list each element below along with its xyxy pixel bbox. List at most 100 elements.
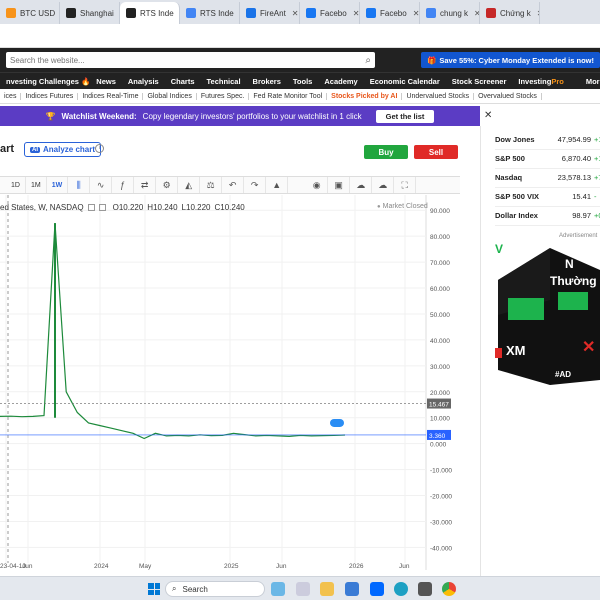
main-nav-item[interactable]: Analysis — [122, 77, 165, 86]
sub-nav-item[interactable]: Futures Spec. — [197, 92, 250, 100]
redo-icon[interactable]: ↷ — [244, 177, 267, 193]
settings-icon[interactable]: ⚙ — [156, 177, 179, 193]
chart-legend: ed States, W, NASDAQ O10.220 H10.240 L10… — [0, 203, 245, 212]
main-nav-item[interactable]: Charts — [165, 77, 201, 86]
sub-nav-item[interactable]: Global Indices — [143, 92, 197, 100]
close-icon[interactable]: ✕ — [484, 110, 492, 121]
taskbar-chrome-icon[interactable] — [442, 582, 456, 596]
tab-close-icon[interactable]: ✕ — [292, 9, 299, 18]
main-nav-item[interactable]: Stock Screener — [446, 77, 513, 86]
search-icon[interactable]: ⌕ — [365, 55, 371, 66]
promo-button[interactable]: 🎁 Save 55%: Cyber Monday Extended is now… — [421, 52, 600, 68]
undo-icon[interactable]: ↶ — [222, 177, 245, 193]
get-list-button[interactable]: Get the list — [375, 109, 435, 123]
sub-nav-item[interactable]: Fed Rate Monitor Tool — [249, 92, 328, 100]
main-nav-investing-pro[interactable]: InvestingPro — [512, 77, 569, 86]
browser-tab[interactable]: RTS Inde✕ — [120, 2, 180, 24]
taskbar-search-label: Search — [182, 584, 208, 594]
index-name: S&P 500 VIX — [495, 192, 540, 201]
taskbar-zalo-icon[interactable] — [370, 582, 384, 596]
sub-nav-item[interactable]: Stocks Picked by AI — [327, 92, 403, 100]
cloud-upload-icon[interactable]: ☁ — [372, 177, 395, 193]
interval-1w[interactable]: 1W — [47, 177, 69, 193]
interval-1m[interactable]: 1M — [26, 177, 47, 193]
browser-tab[interactable]: FireAnt ✕ — [240, 2, 300, 24]
legend-settings-icon[interactable] — [98, 204, 106, 211]
taskbar-app-7-icon[interactable] — [418, 582, 432, 596]
main-nav: nvesting Challenges 🔥 News Analysis Charts Te… — [0, 72, 600, 89]
index-row[interactable]: Dollar Index 98.97+0 — [495, 206, 600, 226]
legend-close: C10.240 — [214, 203, 245, 212]
windows-start-icon[interactable] — [148, 583, 160, 595]
alert-bubble-icon — [330, 418, 344, 427]
taskbar-task-view-icon[interactable] — [296, 582, 310, 596]
legend-toggle-icon[interactable] — [87, 204, 95, 211]
sub-nav-item[interactable]: Undervalued Stocks — [402, 92, 475, 100]
tab-label: chung k — [440, 8, 469, 18]
main-nav-item[interactable]: Economic Calendar — [364, 77, 446, 86]
main-nav-item[interactable]: Academy — [318, 77, 363, 86]
index-value: 98.97 — [572, 211, 591, 220]
cloud-icon[interactable]: ☁ — [350, 177, 373, 193]
index-row[interactable]: S&P 500 6,870.40+1 — [495, 149, 600, 169]
index-change: +7 — [594, 173, 600, 182]
browser-tab[interactable]: Facebo ✕ — [360, 2, 420, 24]
taskbar-file-explorer-icon[interactable] — [320, 582, 334, 596]
browser-tab[interactable]: RTS Inde✕ — [180, 2, 240, 24]
pro-suffix: Pro — [551, 76, 564, 86]
tab-favicon-icon — [246, 8, 256, 18]
tab-favicon-icon — [186, 8, 196, 18]
browser-tab[interactable]: chung k✕ — [420, 2, 480, 24]
fullscreen-icon[interactable]: ⛶ — [394, 177, 417, 193]
search-input[interactable] — [10, 55, 340, 65]
indicators-icon[interactable]: ƒ — [112, 177, 135, 193]
index-row[interactable]: Nasdaq 23,578.13+7 — [495, 168, 600, 188]
tab-close-icon[interactable]: ✕ — [353, 9, 359, 18]
sub-nav-item[interactable]: ices — [0, 92, 22, 100]
main-nav-item[interactable]: Brokers — [247, 77, 287, 86]
sell-button[interactable]: Sell — [414, 145, 458, 159]
main-nav-item[interactable]: News — [90, 77, 122, 86]
candles-icon[interactable]: ⫼ — [68, 177, 91, 193]
main-nav-item[interactable]: Tools — [287, 77, 318, 86]
legend-open: O10.220 — [112, 203, 144, 212]
browser-tab[interactable]: BTC USD✕ — [0, 2, 60, 24]
site-search[interactable]: ⌕ — [6, 52, 376, 68]
index-row[interactable]: S&P 500 VIX 15.41- — [495, 187, 600, 207]
price-chart[interactable]: 90.000 80.000 70.000 60.000 50.000 40.000 30.0… — [0, 195, 460, 570]
taskbar-search[interactable]: ⌕ Search — [165, 581, 265, 597]
line-chart-icon[interactable]: ∿ — [90, 177, 113, 193]
ai-badge: AI — [30, 146, 40, 153]
taskbar-edge-icon[interactable] — [394, 582, 408, 596]
camera-icon[interactable]: ◉ — [306, 177, 329, 193]
buy-button[interactable]: Buy — [364, 145, 408, 159]
main-nav-more[interactable]: More ▾ — [580, 77, 600, 86]
main-nav-item[interactable]: nvesting Challenges — [0, 77, 85, 86]
sub-nav-item[interactable]: Indices Real-Time — [78, 92, 144, 100]
area-icon[interactable]: ◭ — [178, 177, 201, 193]
tree-icon[interactable]: ▲ — [266, 177, 289, 193]
tab-close-icon[interactable]: ✕ — [537, 9, 539, 18]
tab-close-icon[interactable]: ✕ — [413, 9, 419, 18]
compare-icon[interactable]: ⇄ — [134, 177, 157, 193]
advertisement[interactable]: N Thường XM #AD ✕ — [490, 240, 600, 385]
main-nav-item[interactable]: Technical — [201, 77, 247, 86]
sub-nav-item[interactable]: Indices Futures — [21, 92, 79, 100]
interval-1d[interactable]: 1D — [6, 177, 26, 193]
analyze-chart-button[interactable]: AI Analyze chart — [24, 142, 102, 157]
layout-icon[interactable]: ▣ — [328, 177, 351, 193]
banner-title: Watchlist Weekend: — [61, 111, 137, 121]
taskbar-app-4-icon[interactable] — [345, 582, 359, 596]
index-value: 6,870.40 — [561, 154, 591, 163]
sub-nav-item[interactable]: Overvalued Stocks — [474, 92, 542, 100]
browser-tab[interactable]: Shanghai✕ — [60, 2, 120, 24]
scale-icon[interactable]: ⚖ — [200, 177, 223, 193]
y-tick-label: -30.000 — [430, 519, 452, 526]
browser-address-bar[interactable] — [0, 24, 600, 48]
info-icon[interactable]: i — [95, 144, 104, 153]
index-name: Dollar Index — [495, 211, 538, 220]
index-row[interactable]: Dow Jones 47,954.99+10 — [495, 130, 600, 150]
browser-tab[interactable]: Facebo ✕ — [300, 2, 360, 24]
taskbar-app-1-icon[interactable] — [271, 582, 285, 596]
browser-tab[interactable]: Chứng k ✕ — [480, 2, 540, 24]
